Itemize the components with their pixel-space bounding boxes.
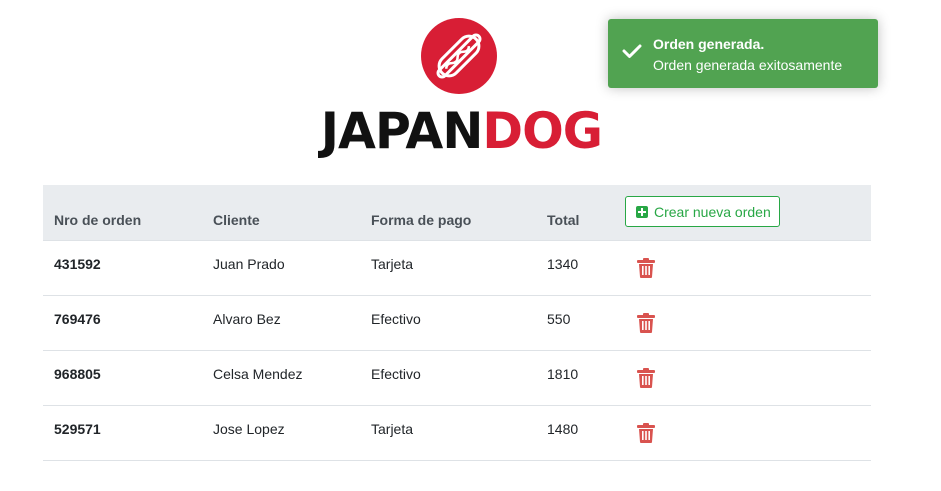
order-total: 1340: [547, 256, 579, 272]
table-row: 431592 Juan Prado Tarjeta 1340: [43, 241, 871, 296]
payment-method: Efectivo: [371, 366, 421, 382]
client-name: Juan Prado: [213, 256, 285, 272]
table-row: 769476 Alvaro Bez Efectivo 550: [43, 296, 871, 351]
table-row: 529571 Jose Lopez Tarjeta 1480: [43, 406, 871, 461]
payment-method: Tarjeta: [371, 421, 414, 437]
trash-icon[interactable]: [637, 258, 655, 278]
trash-icon[interactable]: [637, 423, 655, 443]
page: JAPANDOG Nro de orden Cliente Forma de p…: [0, 0, 941, 491]
order-total: 1810: [547, 366, 579, 382]
brand-wordmark-japan: JAPAN: [320, 102, 484, 160]
order-number: 968805: [54, 366, 101, 382]
check-icon: [622, 44, 642, 58]
toast-title: Orden generada.: [653, 36, 765, 52]
plus-square-icon: [636, 205, 648, 218]
create-order-label: Crear nueva orden: [654, 203, 771, 220]
order-number: 769476: [54, 311, 101, 327]
table-header: Nro de orden Cliente Forma de pago Total…: [43, 185, 871, 241]
payment-method: Efectivo: [371, 311, 421, 327]
brand-wordmark: JAPANDOG: [320, 102, 603, 160]
brand-logo: JAPANDOG: [318, 18, 603, 160]
client-name: Celsa Mendez: [213, 366, 303, 382]
success-toast[interactable]: Orden generada. Orden generada exitosame…: [608, 19, 878, 88]
order-total: 550: [547, 311, 571, 327]
header-order-number: Nro de orden: [54, 212, 142, 228]
hotdog-icon: [421, 18, 497, 94]
table-row: 968805 Celsa Mendez Efectivo 1810: [43, 351, 871, 406]
brand-wordmark-dog: DOG: [482, 102, 603, 160]
order-number: 529571: [54, 421, 101, 437]
client-name: Alvaro Bez: [213, 311, 281, 327]
header-client: Cliente: [213, 212, 260, 228]
client-name: Jose Lopez: [213, 421, 285, 437]
toast-message: Orden generada exitosamente: [653, 57, 843, 73]
order-total: 1480: [547, 421, 579, 437]
trash-icon[interactable]: [637, 368, 655, 388]
header-payment: Forma de pago: [371, 212, 472, 228]
orders-table: Nro de orden Cliente Forma de pago Total…: [43, 185, 871, 461]
create-order-button[interactable]: Crear nueva orden: [625, 196, 780, 227]
order-number: 431592: [54, 256, 101, 272]
header-total: Total: [547, 212, 580, 228]
trash-icon[interactable]: [637, 313, 655, 333]
payment-method: Tarjeta: [371, 256, 414, 272]
